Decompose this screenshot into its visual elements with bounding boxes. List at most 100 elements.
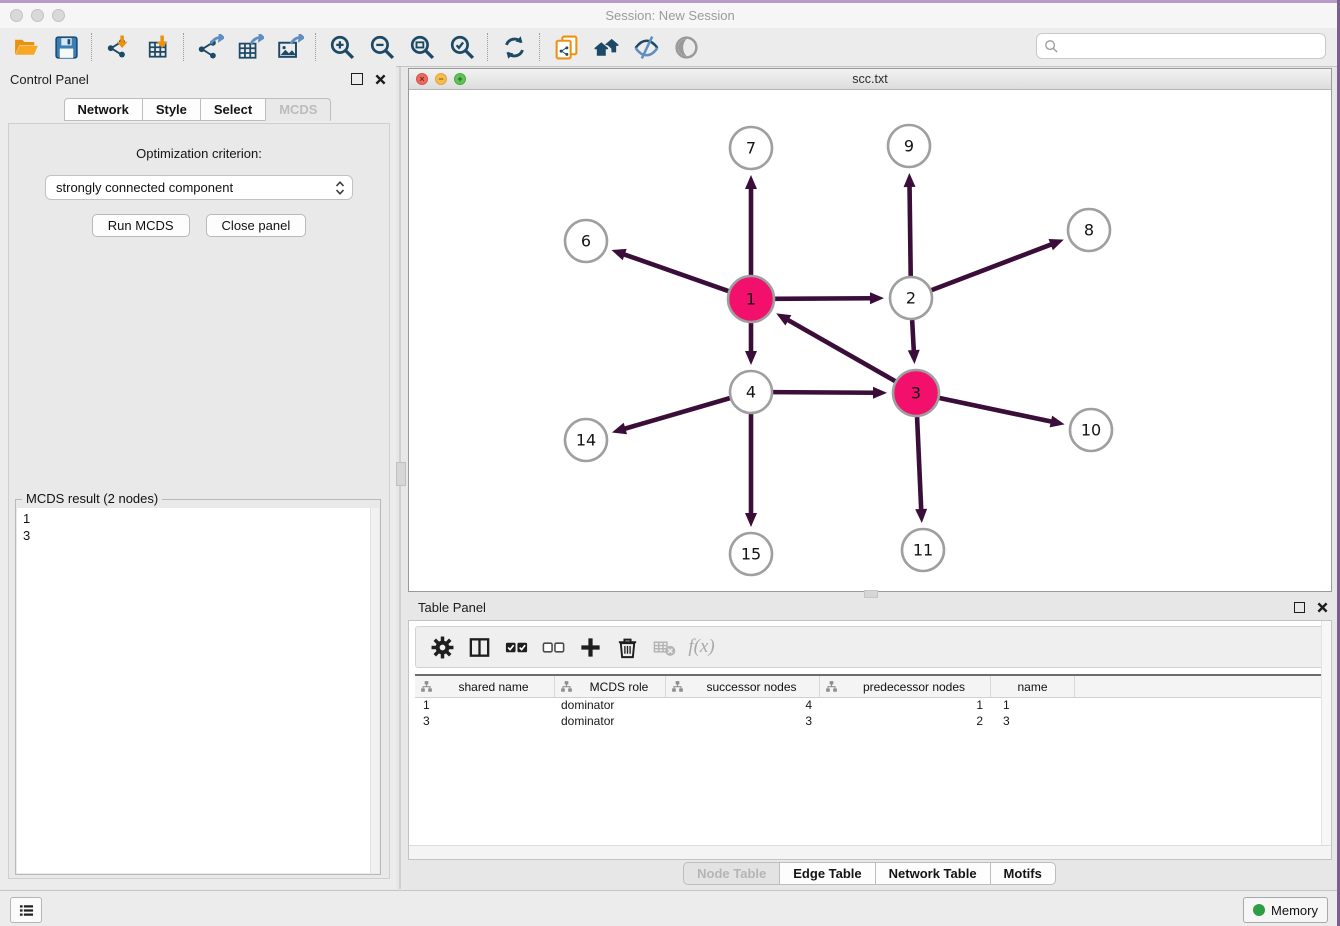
open-file-button[interactable] (6, 31, 46, 63)
column-header-predecessor-nodes[interactable]: predecessor nodes (820, 676, 991, 697)
float-table-panel-icon[interactable] (1294, 602, 1305, 613)
zoom-window-icon[interactable] (52, 9, 65, 22)
result-scrollbar[interactable] (370, 508, 379, 873)
edge-3-1[interactable] (776, 313, 895, 381)
table-row[interactable]: 1dominator411 (415, 698, 1325, 714)
edge-3-10[interactable] (939, 398, 1064, 427)
table-row[interactable]: 3dominator323 (415, 714, 1325, 730)
edge-1-6[interactable] (611, 249, 728, 291)
add-column-button[interactable] (572, 630, 609, 664)
graph-node-6[interactable]: 6 (565, 220, 607, 262)
zoom-selected-button[interactable] (442, 31, 482, 63)
close-window-icon[interactable] (10, 9, 23, 22)
overview-button (666, 31, 706, 63)
edge-4-15[interactable] (745, 414, 757, 527)
search-box[interactable] (1036, 33, 1326, 59)
table-cell: dominator (555, 714, 666, 730)
export-image-icon (277, 34, 304, 61)
edge-1-2[interactable] (775, 292, 884, 304)
mcds-result-area[interactable]: 1 3 (17, 508, 379, 873)
task-history-button[interactable] (10, 897, 42, 923)
edge-arrowhead-icon (873, 387, 887, 399)
network-maximize-icon[interactable]: + (454, 73, 466, 85)
graph-node-15[interactable]: 15 (730, 533, 772, 575)
tab-network-table[interactable]: Network Table (875, 862, 991, 885)
clone-network-button[interactable] (546, 31, 586, 63)
edge-arrowhead-icon (611, 249, 626, 260)
save-session-button[interactable] (46, 31, 86, 63)
network-close-icon[interactable]: × (416, 73, 428, 85)
tab-edge-table[interactable]: Edge Table (779, 862, 875, 885)
deselect-all-button[interactable] (535, 630, 572, 664)
tab-mcds[interactable]: MCDS (265, 98, 331, 121)
control-panel-tabs: NetworkStyleSelectMCDS (0, 98, 396, 121)
import-table-button[interactable] (138, 31, 178, 63)
node-label: 11 (913, 541, 933, 560)
graph-node-14[interactable]: 14 (565, 419, 607, 461)
graph-node-7[interactable]: 7 (730, 127, 772, 169)
export-network-button[interactable] (190, 31, 230, 63)
export-table-button[interactable] (230, 31, 270, 63)
zoom-fit-button[interactable] (402, 31, 442, 63)
edge-1-4[interactable] (745, 323, 757, 365)
close-panel-button[interactable]: Close panel (206, 214, 307, 237)
table-vertical-scrollbar[interactable] (1321, 621, 1331, 846)
column-header-shared-name[interactable]: shared name (415, 676, 555, 697)
delete-column-button[interactable] (609, 630, 646, 664)
select-all-button[interactable] (498, 630, 535, 664)
column-header-MCDS-role[interactable]: MCDS role (555, 676, 666, 697)
edge-4-3[interactable] (773, 387, 887, 399)
minimize-window-icon[interactable] (31, 9, 44, 22)
network-minimize-icon[interactable]: − (435, 73, 447, 85)
refresh-layout-button[interactable] (494, 31, 534, 63)
graph-node-1[interactable]: 1 (728, 276, 774, 322)
graph-node-10[interactable]: 10 (1070, 409, 1112, 451)
graph-node-2[interactable]: 2 (890, 277, 932, 319)
run-mcds-button[interactable]: Run MCDS (92, 214, 190, 237)
network-canvas[interactable]: 7 9 6 8 1 2 4 3 14 10 15 11 (409, 90, 1331, 592)
split-columns-button[interactable] (461, 630, 498, 664)
graph-node-4[interactable]: 4 (730, 371, 772, 413)
edge-1-7[interactable] (745, 175, 757, 275)
import-network-button[interactable] (98, 31, 138, 63)
graph-node-9[interactable]: 9 (888, 125, 930, 167)
table-settings-button[interactable] (424, 630, 461, 664)
tab-style[interactable]: Style (142, 98, 201, 121)
graph-node-3[interactable]: 3 (893, 370, 939, 416)
close-table-panel-icon[interactable] (1317, 602, 1328, 613)
first-neighbors-button[interactable] (586, 31, 626, 63)
edge-4-14[interactable] (612, 398, 730, 434)
table-cell: 2 (820, 714, 991, 730)
node-label: 14 (576, 431, 596, 450)
tab-select[interactable]: Select (200, 98, 266, 121)
graph-node-11[interactable]: 11 (902, 529, 944, 571)
table-toolbar: f(x) (415, 626, 1325, 668)
table-horizontal-scrollbar[interactable] (409, 845, 1331, 859)
tab-network[interactable]: Network (64, 98, 143, 121)
column-header-name[interactable]: name (991, 676, 1075, 697)
column-type-icon (420, 680, 433, 693)
optimization-criterion-select[interactable]: strongly connected component (45, 175, 353, 200)
graphics-details-button[interactable] (626, 31, 666, 63)
table-panel-content: f(x) shared nameMCDS role successor nodes… (408, 620, 1332, 860)
tab-node-table[interactable]: Node Table (683, 862, 780, 885)
export-image-button[interactable] (270, 31, 310, 63)
network-graph[interactable]: 7 9 6 8 1 2 4 3 14 10 15 11 (409, 90, 1331, 592)
edge-3-11[interactable] (915, 417, 927, 523)
graph-node-8[interactable]: 8 (1068, 209, 1110, 251)
zoom-in-button[interactable] (322, 31, 362, 63)
edge-2-3[interactable] (908, 320, 920, 364)
vertical-splitter-handle[interactable] (396, 462, 406, 486)
close-panel-icon[interactable] (375, 74, 386, 85)
memory-button[interactable]: Memory (1243, 897, 1328, 923)
node-label: 4 (746, 383, 756, 402)
search-input[interactable] (1064, 36, 1325, 56)
edge-2-8[interactable] (932, 239, 1064, 290)
tab-motifs[interactable]: Motifs (990, 862, 1056, 885)
edge-2-9[interactable] (904, 173, 916, 276)
column-header-label: successor nodes (684, 680, 819, 694)
column-header-successor-nodes[interactable]: successor nodes (666, 676, 820, 697)
float-panel-icon[interactable] (351, 73, 363, 85)
zoom-out-button[interactable] (362, 31, 402, 63)
toolbar-separator (315, 33, 317, 61)
